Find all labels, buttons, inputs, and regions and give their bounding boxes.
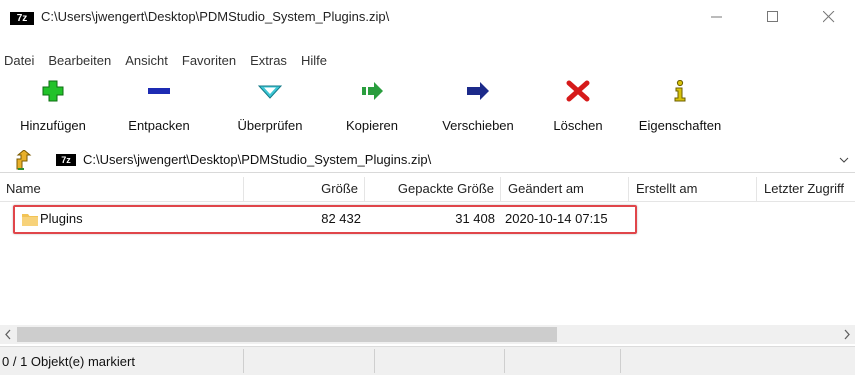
address-bar: 7z C:\Users\jwengert\Desktop\PDMStudio_S… [0, 148, 855, 173]
status-separator [374, 349, 375, 373]
highlight-annotation [13, 205, 637, 234]
close-button[interactable] [806, 0, 852, 34]
test-button[interactable]: Überprüfen [225, 78, 315, 138]
maximize-button[interactable] [750, 0, 796, 34]
add-label: Hinzufügen [20, 118, 86, 133]
minus-icon [148, 88, 170, 94]
move-arrow-icon [467, 82, 489, 100]
scroll-thumb[interactable] [17, 327, 557, 342]
column-name[interactable]: Name [0, 177, 244, 201]
delete-button[interactable]: Löschen [533, 78, 623, 138]
column-modified[interactable]: Geändert am [501, 177, 629, 201]
menu-ansicht[interactable]: Ansicht [118, 51, 175, 71]
minimize-icon [711, 16, 722, 18]
close-icon [823, 11, 835, 23]
move-label: Verschieben [442, 118, 514, 133]
app-logo-icon: 7z [10, 12, 34, 25]
chevron-down-icon[interactable] [839, 155, 849, 165]
selection-status: 0 / 1 Objekt(e) markiert [2, 354, 135, 369]
address-field[interactable]: 7z C:\Users\jwengert\Desktop\PDMStudio_S… [40, 150, 855, 170]
archive-logo-icon: 7z [56, 154, 76, 166]
status-separator [504, 349, 505, 373]
maximize-icon [767, 11, 778, 22]
address-path: C:\Users\jwengert\Desktop\PDMStudio_Syst… [83, 152, 432, 167]
menu-bar: Datei Bearbeiten Ansicht Favoriten Extra… [0, 51, 334, 71]
extract-button[interactable]: Entpacken [114, 78, 204, 138]
scroll-left-button[interactable] [0, 325, 17, 344]
column-created[interactable]: Erstellt am [629, 177, 757, 201]
chevron-right-icon [844, 329, 850, 340]
move-button[interactable]: Verschieben [428, 78, 528, 138]
check-chevron-icon [258, 85, 282, 99]
title-bar: 7z C:\Users\jwengert\Desktop\PDMStudio_S… [0, 0, 855, 34]
info-icon [674, 80, 686, 102]
column-header: Name Größe Gepackte Größe Geändert am Er… [0, 177, 855, 202]
properties-label: Eigenschaften [638, 118, 722, 133]
plus-icon [42, 80, 64, 102]
status-separator [620, 349, 621, 373]
status-bar: 0 / 1 Objekt(e) markiert [0, 346, 855, 375]
status-separator [243, 349, 244, 373]
column-last-access[interactable]: Letzter Zugriff [757, 177, 855, 201]
copy-button[interactable]: Kopieren [327, 78, 417, 138]
menu-favoriten[interactable]: Favoriten [175, 51, 243, 71]
horizontal-scrollbar[interactable] [0, 325, 855, 344]
menu-bearbeiten[interactable]: Bearbeiten [41, 51, 118, 71]
chevron-left-icon [5, 329, 11, 340]
menu-extras[interactable]: Extras [243, 51, 294, 71]
extract-label: Entpacken [128, 118, 190, 133]
add-button[interactable]: Hinzufügen [8, 78, 98, 138]
menu-hilfe[interactable]: Hilfe [294, 51, 334, 71]
folder-up-icon[interactable] [15, 150, 33, 170]
menu-datei[interactable]: Datei [0, 51, 41, 71]
properties-button[interactable]: Eigenschaften [630, 78, 730, 138]
column-size[interactable]: Größe [244, 177, 365, 201]
minimize-button[interactable] [694, 0, 740, 34]
window-title: C:\Users\jwengert\Desktop\PDMStudio_Syst… [41, 9, 390, 24]
delete-label: Löschen [553, 118, 603, 133]
column-packed-size[interactable]: Gepackte Größe [365, 177, 501, 201]
delete-x-icon [566, 80, 590, 102]
test-label: Überprüfen [237, 118, 303, 133]
toolbar: Hinzufügen Entpacken Überprüfen Kopieren… [0, 78, 855, 138]
scroll-right-button[interactable] [838, 325, 855, 344]
copy-arrow-icon [362, 82, 383, 100]
copy-label: Kopieren [345, 118, 399, 133]
